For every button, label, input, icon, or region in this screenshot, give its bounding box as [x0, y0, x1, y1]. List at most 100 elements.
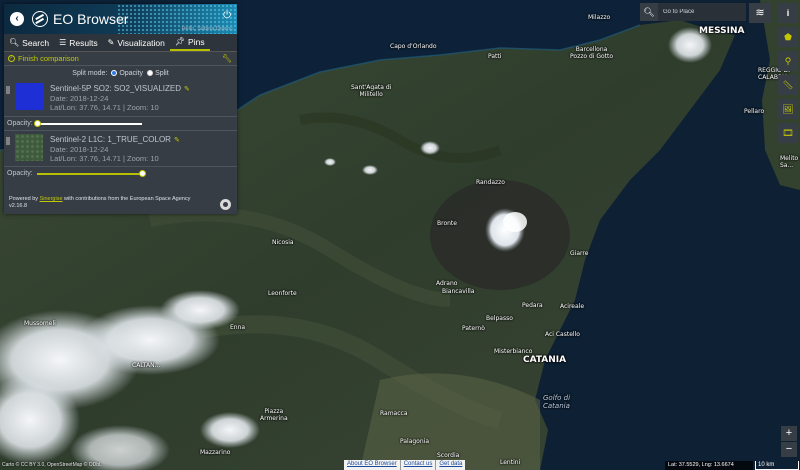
map-label-capo-orlando: Capo d'Orlando — [390, 43, 437, 50]
opacity-label: Opacity: — [7, 170, 33, 177]
place-search: 🔍︎ — [640, 3, 746, 21]
collapse-panel-button[interactable]: ‹ — [10, 12, 24, 26]
map-label-piazza-armerina: Piazza Armerina — [260, 408, 288, 422]
search-icon: 🔍︎ — [9, 38, 20, 47]
tab-pins[interactable]: 📌︎ Pins — [169, 34, 210, 51]
map-label-pedara: Pedara — [522, 302, 543, 309]
tab-pins-label: Pins — [188, 36, 205, 47]
location-marker-icon[interactable]: ⚲ — [778, 51, 798, 71]
edit-pencil-icon[interactable]: ✎ — [174, 137, 180, 144]
contact-us-link[interactable]: Contact us — [401, 460, 437, 470]
map-label-paterno: Paternò — [462, 325, 485, 332]
logout-power-icon[interactable]: ⏻ — [223, 10, 231, 21]
map-attribution: Carto © CC BY 3.0, OpenStreetMap © ODbL — [2, 462, 102, 468]
tab-visualization[interactable]: ✎ Visualization — [103, 34, 170, 51]
map-label-nicosia: Nicosia — [272, 239, 294, 246]
split-mode-selector: Split mode: Opacity Split — [4, 66, 237, 80]
powered-by-text: Powered by — [9, 196, 39, 202]
map-label-enna: Enna — [230, 324, 246, 331]
map-label-lentini: Lentini — [500, 459, 521, 466]
pin-name: Sentinel-2 L1C: 1_TRUE_COLOR ✎ — [50, 135, 180, 144]
map-label-biancavilla: Biancavilla — [442, 288, 475, 295]
map-label-golfo-catania: Golfo di Catania — [543, 394, 571, 410]
cursor-coordinates: Lat: 37.5529, Lng: 13.6674 — [665, 461, 753, 470]
tab-search[interactable]: 🔍︎ Search — [4, 34, 54, 51]
map-label-pellaro: Pellaro — [744, 108, 765, 115]
pin-location: Lat/Lon: 37.76, 14.71 | Zoom: 10 — [50, 154, 159, 163]
scale-bar: 10 km — [755, 461, 799, 470]
opacity-slider-handle[interactable] — [34, 120, 41, 127]
map-label-randazzo: Randazzo — [476, 179, 505, 186]
opacity-option-label: Opacity — [119, 69, 144, 77]
info-icon[interactable]: i — [778, 3, 798, 23]
split-option-label: Split — [155, 69, 169, 77]
esa-logo-icon — [220, 199, 231, 210]
zoom-in-button[interactable]: + — [781, 426, 797, 441]
version-text: v2.16.8 — [9, 203, 28, 209]
finish-comparison-button[interactable]: ✓ Finish comparison 🔧︎ — [4, 52, 237, 66]
pin-icon: 📌︎ — [174, 37, 186, 46]
wrench-icon[interactable]: 🔧︎ — [222, 54, 232, 63]
pentagon-aoi-icon[interactable]: ⬟ — [778, 27, 798, 47]
side-panel: ‹ EO Browser ⏻ Hello, Sabina Dolenc 🔍︎ S… — [4, 4, 237, 214]
zoom-controls: + − — [781, 426, 797, 458]
image-download-icon[interactable]: 🖼︎ — [778, 99, 798, 119]
tab-search-label: Search — [22, 37, 50, 48]
user-greeting: Hello, Sabina Dolenc — [181, 26, 233, 32]
ruler-measure-icon[interactable]: 📏︎ — [778, 75, 798, 95]
map-label-barcellona: Barcellona Pozzo di Gotto — [570, 46, 614, 60]
pin-thumbnail — [15, 134, 43, 161]
map-label-leonforte: Leonforte — [268, 290, 297, 297]
eo-browser-logo-icon — [32, 11, 48, 27]
map-label-scordia: Scordia — [437, 452, 460, 459]
about-eo-browser-link[interactable]: About EO Browser — [344, 460, 401, 470]
zoom-out-button[interactable]: − — [781, 442, 797, 457]
map-label-melito: Melito di Sa... — [780, 155, 799, 169]
map-label-bronte: Bronte — [437, 220, 457, 227]
map-label-mussomeli: Mussomeli — [24, 320, 56, 327]
paintbrush-icon: ✎ — [107, 38, 115, 47]
layers-icon[interactable]: ≋ — [749, 3, 771, 23]
contributions-text: with contributions from the European Spa… — [64, 196, 191, 202]
tab-results[interactable]: ☰ Results — [54, 34, 103, 51]
map-label-palagonia: Palagonia — [400, 438, 429, 445]
map-label-caltan: CALTAN... — [132, 362, 161, 369]
tab-results-label: Results — [69, 37, 98, 48]
list-icon: ☰ — [59, 38, 67, 47]
credits: Powered by Sinergise with contributions … — [9, 196, 190, 210]
drag-handle-icon[interactable] — [6, 137, 10, 145]
search-icon[interactable]: 🔍︎ — [640, 7, 658, 18]
pin-item[interactable]: Sentinel-5P SO2: SO2_VISUALIZED ✎ Date: 2… — [4, 80, 237, 117]
map-toolbar: i ⬟ ⚲ 📏︎ 🖼︎ 🎞︎ — [778, 3, 798, 147]
drag-handle-icon[interactable] — [6, 86, 10, 94]
map-label-patti: Patti — [488, 53, 502, 60]
finish-comparison-label: Finish comparison — [18, 54, 79, 63]
pin-opacity-row: Opacity: — [4, 167, 237, 180]
pin-name: Sentinel-5P SO2: SO2_VISUALIZED ✎ — [50, 84, 190, 93]
split-mode-label: Split mode: — [72, 69, 108, 77]
pin-location: Lat/Lon: 37.76, 14.71 | Zoom: 10 — [50, 103, 159, 112]
edit-pencil-icon[interactable]: ✎ — [184, 86, 190, 93]
pin-thumbnail — [15, 83, 43, 110]
map-label-aci-castello: Aci Castello — [545, 331, 580, 338]
map-label-milazzo: Milazzo — [588, 14, 611, 21]
map-label-messina: MESSINA — [699, 26, 745, 36]
panel-header: ‹ EO Browser ⏻ Hello, Sabina Dolenc — [4, 4, 237, 34]
map-label-adrano: Adrano — [436, 280, 458, 287]
tab-bar: 🔍︎ Search ☰ Results ✎ Visualization 📌︎ P… — [4, 34, 237, 52]
pin-item[interactable]: Sentinel-2 L1C: 1_TRUE_COLOR ✎ Date: 2018… — [4, 130, 237, 167]
map-label-ramacca: Ramacca — [380, 410, 408, 417]
opacity-slider-track[interactable] — [37, 123, 142, 125]
get-data-link[interactable]: Get data — [436, 460, 465, 470]
map-label-giarre: Giarre — [570, 250, 589, 257]
pin-name-text: Sentinel-2 L1C: 1_TRUE_COLOR — [50, 135, 171, 144]
map-label-mazzarino: Mazzarino — [200, 449, 231, 456]
go-to-place-input[interactable] — [658, 3, 746, 21]
opacity-slider-handle[interactable] — [139, 170, 146, 177]
split-mode-opacity-radio[interactable]: Opacity — [111, 70, 143, 77]
split-mode-split-radio[interactable]: Split — [147, 70, 169, 77]
radio-unselected-icon — [147, 70, 154, 76]
sinergise-link[interactable]: Sinergise — [40, 196, 63, 202]
pin-date: Date: 2018-12-24 — [50, 145, 109, 154]
film-timelapse-icon[interactable]: 🎞︎ — [778, 123, 798, 143]
